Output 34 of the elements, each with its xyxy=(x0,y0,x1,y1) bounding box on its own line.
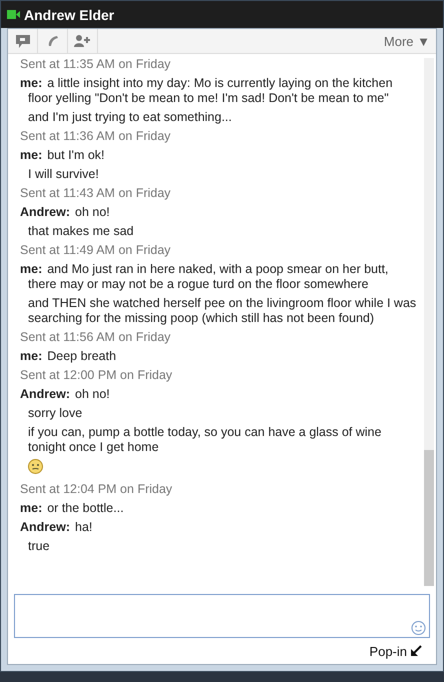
pop-in-button[interactable]: Pop-in xyxy=(369,644,422,658)
arrow-icon xyxy=(410,645,422,657)
chat-message: that makes me sad xyxy=(27,223,135,240)
more-menu-button[interactable]: More ▼ xyxy=(378,29,436,53)
chat-message: Andrew: ha! xyxy=(20,519,94,536)
chat-message: me: a little insight into my day: Mo is currently laying on the kitchen floor yelling "Don't be mean to me! I'm sad! Don't be mean to me" xyxy=(20,75,394,107)
smiley-icon[interactable] xyxy=(411,621,426,636)
speech-bubble-icon xyxy=(16,34,30,48)
chat-message: sorry love xyxy=(27,405,84,422)
chat-message: true xyxy=(27,538,51,555)
chat-message: me: and Mo just ran in here naked, with a poop smear on her butt, there may or may not be a rogue turd on the floor somewhere xyxy=(20,261,390,293)
timestamp: Sent at 11:43 AM on Friday xyxy=(20,185,172,202)
chat-message: and I'm just trying to eat something... xyxy=(27,109,233,126)
chat-message: me: but I'm ok! xyxy=(20,147,106,164)
timestamp: Sent at 11:35 AM on Friday xyxy=(20,56,172,73)
chat-message: Andrew: oh no! xyxy=(20,386,111,403)
chat-message: and THEN she watched herself pee on the livingroom floor while I was searching for the missing poop (which still has not been found) xyxy=(27,295,418,327)
chat-message: I will survive! xyxy=(27,166,100,183)
timestamp: Sent at 12:00 PM on Friday xyxy=(20,367,174,384)
video-camera-icon xyxy=(7,10,20,19)
smiley-icon xyxy=(28,459,43,474)
timestamp: Sent at 12:04 PM on Friday xyxy=(20,481,174,498)
chat-message: me: or the bottle... xyxy=(20,500,125,517)
timestamp: Sent at 11:36 AM on Friday xyxy=(20,128,172,145)
chat-message: me: Deep breath xyxy=(20,348,118,365)
scrollbar[interactable] xyxy=(424,58,434,586)
timestamp: Sent at 11:56 AM on Friday xyxy=(20,329,172,346)
phone-icon xyxy=(46,35,58,47)
timestamp: Sent at 11:49 AM on Friday xyxy=(20,242,172,259)
message-input-field[interactable] xyxy=(14,594,430,638)
chat-message: Andrew: oh no! xyxy=(20,204,111,221)
chat-message: if you can, pump a bottle today, so you can have a glass of wine tonight once I get home xyxy=(27,424,382,456)
window-title: Andrew Elder xyxy=(24,6,114,22)
add-person-icon xyxy=(74,35,92,47)
